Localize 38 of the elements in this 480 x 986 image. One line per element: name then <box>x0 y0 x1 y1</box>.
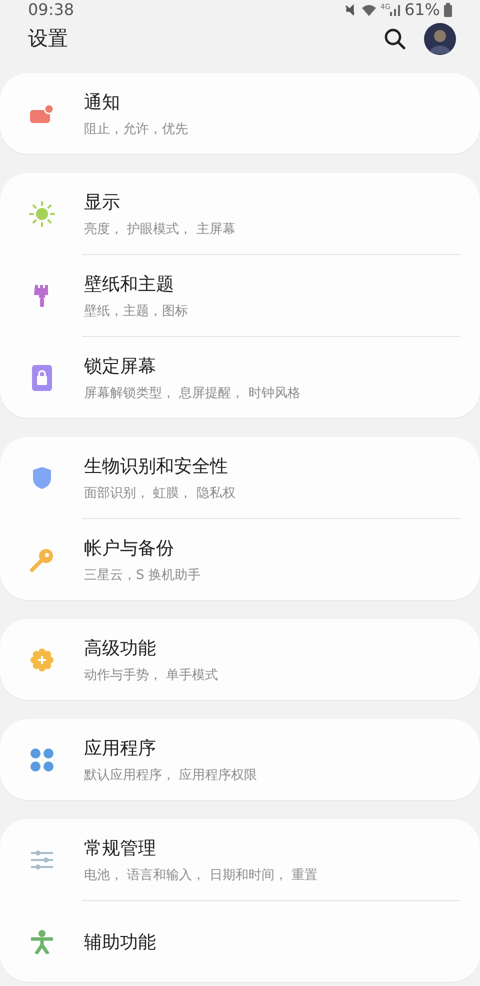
item-subtitle: 电池， 语言和输入， 日期和时间， 重置 <box>84 866 318 884</box>
settings-item[interactable]: 壁纸和主题 壁纸，主题，图标 <box>0 255 480 336</box>
settings-item[interactable]: 常规管理 电池， 语言和输入， 日期和时间， 重置 <box>0 819 480 900</box>
wifi-icon <box>360 3 377 16</box>
item-subtitle: 阻止，允许，优先 <box>84 120 188 138</box>
page-title: 设置 <box>28 25 68 52</box>
settings-item[interactable]: 锁定屏幕 屏幕解锁类型， 息屏提醒， 时钟风格 <box>0 337 480 418</box>
item-subtitle: 面部识别， 虹膜， 隐私权 <box>84 484 236 502</box>
item-subtitle: 亮度， 护眼模式， 主屏幕 <box>84 220 236 238</box>
settings-item[interactable]: 应用程序 默认应用程序， 应用程序权限 <box>0 719 480 800</box>
item-title: 生物识别和安全性 <box>84 454 229 478</box>
item-subtitle: 动作与手势， 单手模式 <box>84 666 218 684</box>
mute-icon <box>342 2 357 16</box>
item-title: 常规管理 <box>84 836 157 860</box>
status-time: 09:38 <box>28 0 74 19</box>
item-title: 显示 <box>84 190 121 214</box>
item-title: 壁纸和主题 <box>84 272 175 296</box>
avatar-icon[interactable] <box>424 22 456 54</box>
item-title: 应用程序 <box>84 736 157 760</box>
item-title: 帐户与备份 <box>84 536 175 560</box>
item-subtitle: 屏幕解锁类型， 息屏提醒， 时钟风格 <box>84 384 300 402</box>
item-subtitle: 默认应用程序， 应用程序权限 <box>84 766 258 784</box>
item-title: 锁定屏幕 <box>84 354 157 378</box>
battery-icon <box>444 2 452 16</box>
item-title: 通知 <box>84 90 121 114</box>
item-title: 辅助功能 <box>84 930 156 954</box>
signal-icon <box>390 4 400 16</box>
settings-item[interactable]: 辅助功能 <box>0 901 480 982</box>
search-icon <box>384 28 406 50</box>
item-subtitle: 壁纸，主题，图标 <box>84 302 188 320</box>
battery-percent: 61% <box>404 0 440 19</box>
settings-item[interactable]: 显示 亮度， 护眼模式， 主屏幕 <box>0 173 480 254</box>
item-subtitle: 三星云，S 换机助手 <box>84 566 200 584</box>
settings-item[interactable]: 生物识别和安全性 面部识别， 虹膜， 隐私权 <box>0 437 480 518</box>
item-title: 高级功能 <box>84 636 157 660</box>
settings-item[interactable]: 高级功能 动作与手势， 单手模式 <box>0 619 480 700</box>
settings-item[interactable]: 帐户与备份 三星云，S 换机助手 <box>0 519 480 600</box>
settings-item[interactable]: 通知 阻止，允许，优先 <box>0 73 480 154</box>
